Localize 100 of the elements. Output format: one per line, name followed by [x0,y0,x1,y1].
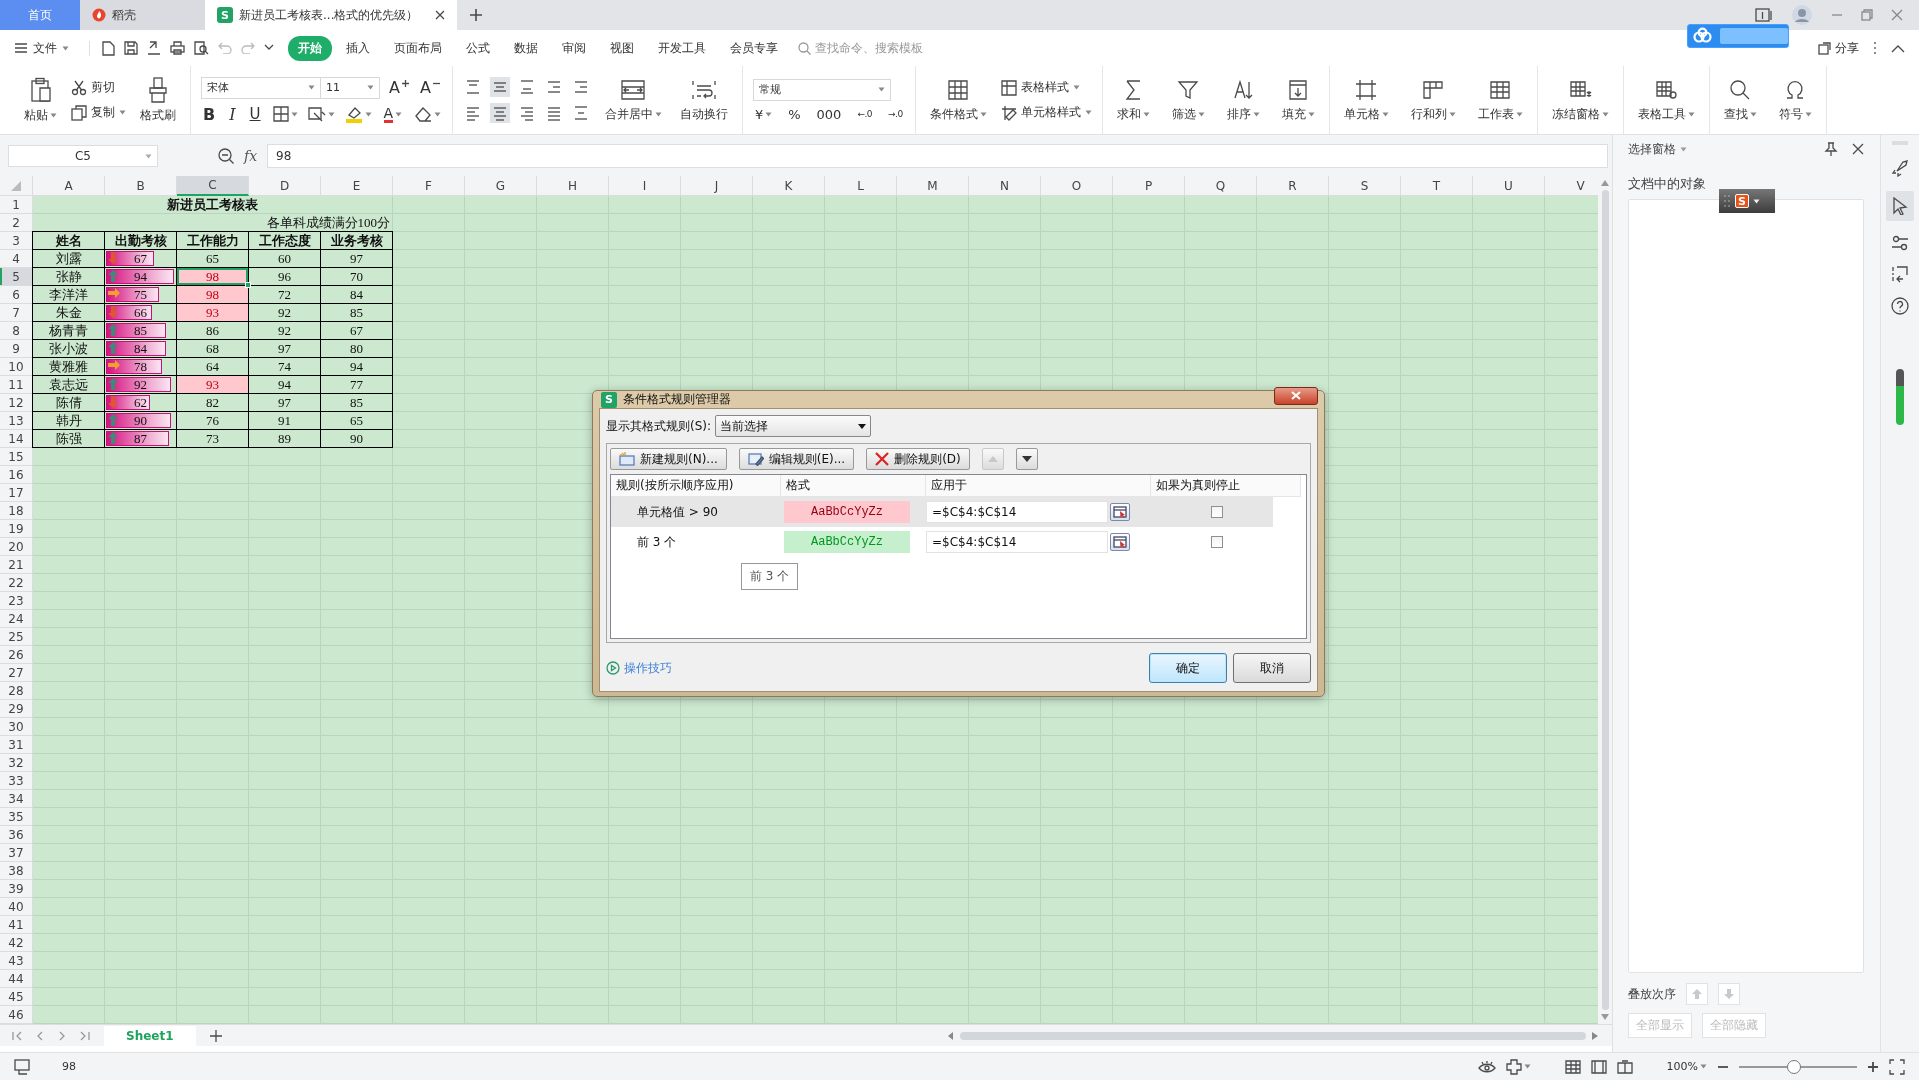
row-number[interactable]: 39 [0,880,33,898]
row-number[interactable]: 37 [0,844,33,862]
row-number[interactable]: 45 [0,988,33,1006]
cloud-upload-badge[interactable] [1687,24,1789,48]
rule-button[interactable]: 新建规则(N)... [610,448,727,470]
row-number[interactable]: 18 [0,502,33,520]
align-bottom-icon[interactable] [518,79,535,95]
row-number[interactable]: 42 [0,934,33,952]
column-header[interactable]: G [465,176,537,196]
new-document-icon[interactable] [102,40,115,56]
rule-scope-dropdown[interactable]: 当前选择 [715,415,872,437]
row-number[interactable]: 24 [0,610,33,628]
fullscreen-icon[interactable] [1889,1058,1905,1075]
restore-icon[interactable] [1861,9,1873,21]
name-box[interactable]: C5 [8,144,158,167]
ribbon-tab[interactable]: 开发工具 [648,35,716,61]
close-icon[interactable] [1852,143,1864,155]
row-number[interactable]: 16 [0,466,33,484]
row-number[interactable]: 22 [0,574,33,592]
help-link[interactable]: 操作技巧 [606,659,672,677]
more-icon[interactable] [1873,41,1877,55]
cell-style-button[interactable]: 单元格样式 [1000,104,1092,121]
rule-button[interactable]: 编辑规则(E)... [738,448,855,470]
checkbox[interactable] [1211,506,1223,518]
row-number[interactable]: 4 [0,250,33,268]
zoom-dropdown[interactable]: 100% [1666,1060,1707,1073]
save-icon[interactable] [124,41,138,55]
move-down-button[interactable] [1015,448,1038,470]
copy-button[interactable]: 复制 [71,104,126,121]
row-number[interactable]: 6 [0,286,33,304]
column-header[interactable]: M [897,176,969,196]
row-number[interactable]: 3 [0,232,33,250]
borders-icon[interactable] [272,106,289,122]
pane-title[interactable]: 选择窗格 [1628,140,1676,158]
avatar-icon[interactable] [1791,4,1813,26]
currency-button[interactable]: ¥ [752,106,775,122]
row-number[interactable]: 15 [0,448,33,466]
scroll-up-icon[interactable] [1601,180,1609,186]
row-number[interactable]: 43 [0,952,33,970]
first-sheet-icon[interactable] [12,1030,22,1041]
bold-button[interactable]: B [201,104,218,124]
font-size-dropdown[interactable]: 11 [320,76,380,99]
align-center-icon[interactable] [491,105,508,121]
vertical-scrollbar[interactable] [1601,190,1609,1010]
customize-icon[interactable] [264,44,274,52]
column-header[interactable]: L [825,176,897,196]
formula-input[interactable]: 98 [267,143,1608,168]
scroll-right-icon[interactable] [1592,1031,1598,1040]
justify-icon[interactable] [545,105,562,121]
cut-button[interactable]: 剪切 [71,79,126,96]
zoom-in-icon[interactable] [1867,1060,1879,1073]
redo-icon[interactable] [241,42,255,54]
column-header[interactable]: S [1329,176,1401,196]
indent-decrease-icon[interactable] [545,79,562,95]
print-preview-icon[interactable] [194,41,209,55]
align-left-icon[interactable] [464,105,481,121]
plus-icon[interactable] [469,8,483,22]
row-number[interactable]: 5 [0,268,33,286]
column-header[interactable]: D [249,176,321,196]
shrink-font-button[interactable]: A [417,78,442,97]
ribbon-button[interactable]: 表格工具 [1633,75,1699,125]
ribbon-tab[interactable]: 页面布局 [384,35,452,61]
ribbon-button[interactable]: 求和 [1112,75,1154,125]
row-number[interactable]: 33 [0,772,33,790]
row-number[interactable]: 1 [0,196,33,214]
thousands-button[interactable]: 000 [814,106,844,122]
fill-handle[interactable] [245,282,251,288]
function-button[interactable]: fx [244,147,258,164]
decrease-decimal-button[interactable]: →.0 [886,109,905,119]
font-dropdown[interactable]: 宋体 [201,76,321,99]
row-number[interactable]: 26 [0,646,33,664]
row-number[interactable]: 29 [0,700,33,718]
add-sheet-icon[interactable] [209,1029,222,1042]
ribbon-tab[interactable]: 插入 [336,35,380,61]
column-header[interactable]: K [753,176,825,196]
row-number[interactable]: 32 [0,754,33,772]
percent-button[interactable]: % [786,106,803,122]
row-number[interactable]: 34 [0,790,33,808]
ribbon-button[interactable]: 单元格 [1339,75,1393,125]
column-header[interactable]: R [1257,176,1329,196]
number-format-dropdown[interactable]: 常规 [752,78,891,101]
undo-icon[interactable] [218,42,232,54]
ribbon-button[interactable]: 冻结窗格 [1547,75,1613,125]
row-number[interactable]: 30 [0,718,33,736]
ribbon-button[interactable]: 排序 [1222,75,1264,125]
grow-font-button[interactable]: A [387,78,411,97]
row-number[interactable]: 9 [0,340,33,358]
slider-thumb[interactable] [1787,1059,1802,1074]
ribbon-tab[interactable]: 会员专享 [720,35,788,61]
row-number[interactable]: 12 [0,394,33,412]
row-number[interactable]: 20 [0,538,33,556]
row-number[interactable]: 25 [0,628,33,646]
fill-pattern-icon[interactable] [307,106,326,122]
row-number[interactable]: 7 [0,304,33,322]
table-style-button[interactable]: 表格样式 [1000,79,1092,96]
next-sheet-icon[interactable] [58,1030,66,1041]
row-number[interactable]: 31 [0,736,33,754]
format-painter-button[interactable]: 格式刷 [136,74,180,126]
row-number[interactable]: 11 [0,376,33,394]
row-number[interactable]: 21 [0,556,33,574]
